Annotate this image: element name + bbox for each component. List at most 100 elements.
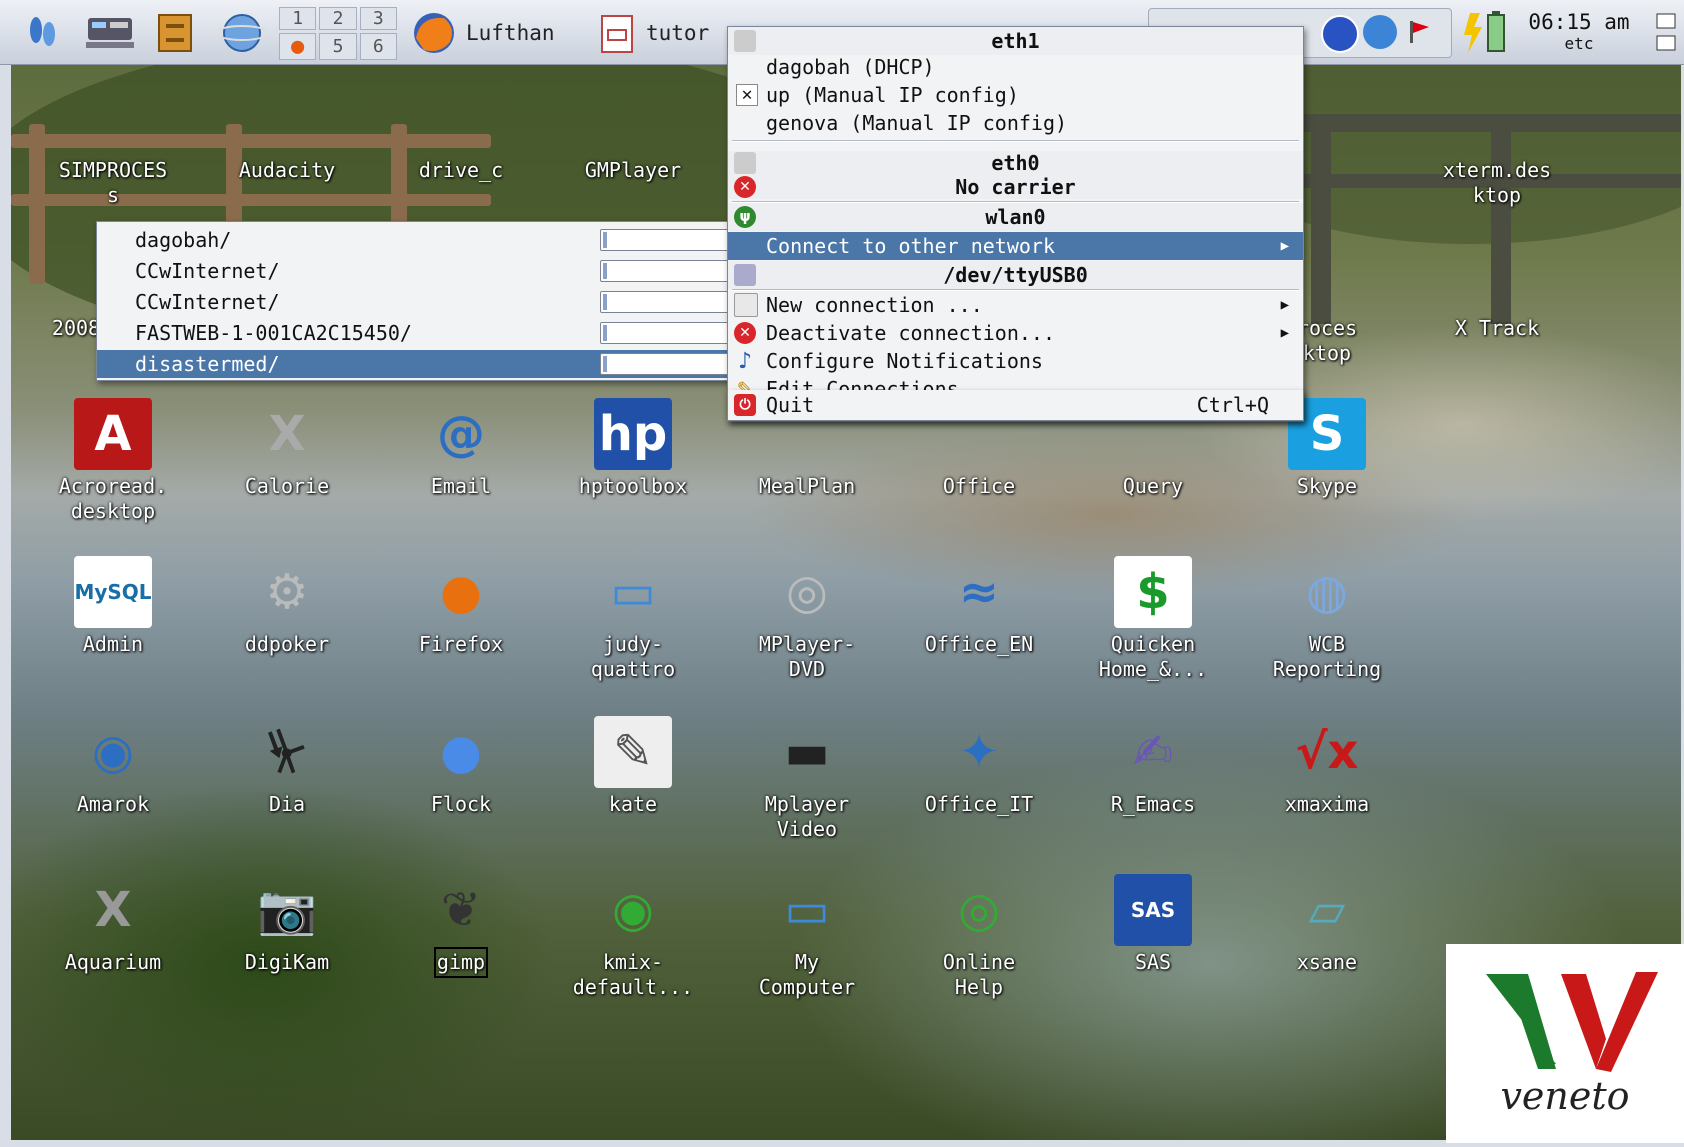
file-cabinet-icon[interactable] <box>152 8 198 56</box>
configure-notifications-item[interactable]: ♪ Configure Notifications <box>728 347 1303 375</box>
task-tutorial[interactable]: tutor <box>596 10 726 56</box>
system-settings-icon[interactable] <box>82 8 138 56</box>
speaker-icon: ◉ <box>612 881 654 938</box>
hp-icon[interactable] <box>1321 15 1359 53</box>
firefox-icon: ● <box>440 563 482 620</box>
quit-item[interactable]: ⏻ Quit Ctrl+Q <box>728 391 1303 419</box>
connect-other-network-item[interactable]: Connect to other network ▶ <box>728 232 1303 260</box>
wireless-network-item[interactable]: CCwInternet/ <box>97 257 762 285</box>
desktop-icon-amarok[interactable]: ◉ Amarok <box>28 716 198 817</box>
desktop-icon-label: Amarok <box>76 792 150 816</box>
desktop-icon-simproces[interactable]: SIMPROCES s <box>28 82 198 208</box>
desktop-icon-office-it[interactable]: ✦ Office_IT <box>894 716 1064 817</box>
desktop-icon-firefox[interactable]: ● Firefox <box>376 556 546 657</box>
desktop-icon-acroread[interactable]: A Acroread. desktop <box>28 398 198 524</box>
desktop-icon-my[interactable]: ▭ My Computer <box>722 874 892 1000</box>
desktop-icon-x-track[interactable]: X Track <box>1412 240 1582 341</box>
desktop-icon-kmix[interactable]: ◉ kmix- default... <box>548 874 718 1000</box>
desktop-6[interactable]: 6 <box>359 33 397 60</box>
connection-item-up[interactable]: ✕ up (Manual IP config) <box>728 81 1303 109</box>
desktop-2[interactable]: 2 <box>319 7 357 30</box>
amarok-icon: ◉ <box>92 723 134 780</box>
wireless-network-item[interactable]: CCwInternet/ <box>97 288 762 316</box>
wireless-network-item-selected[interactable]: disastermed/ <box>97 350 762 378</box>
deactivate-connection-item[interactable]: ✕ Deactivate connection... ▶ <box>728 319 1303 347</box>
desktop-4-firefox-icon[interactable]: ● <box>279 33 317 60</box>
desktop-icon-r-emacs[interactable]: ✍ R_Emacs <box>1068 716 1238 817</box>
cancel-icon: ✕ <box>734 322 756 344</box>
camera-icon: 📷 <box>257 881 317 938</box>
desktop-icon-ddpoker[interactable]: ⚙ ddpoker <box>202 556 372 657</box>
desktop-icon-audacity[interactable]: Audacity <box>202 82 372 183</box>
desktop-1[interactable]: 1 <box>279 7 317 30</box>
network-ssid: disastermed/ <box>135 352 280 376</box>
checkbox-checked[interactable]: ✕ <box>736 84 758 106</box>
desktop-icon-gimp[interactable]: ❦ gimp <box>376 874 546 978</box>
korganizer-flag-icon[interactable] <box>1407 19 1431 43</box>
openoffice-gear-icon: ✦ <box>958 723 1000 780</box>
eth0-label: eth0 <box>991 151 1040 175</box>
menu-separator <box>732 140 1299 142</box>
desktop-icon-office-en[interactable]: ≈ Office_EN <box>894 556 1064 657</box>
quit-row-container: ⏻ Quit Ctrl+Q <box>727 390 1304 421</box>
eth0-header: eth0 <box>728 151 1303 175</box>
hp-icon: hp <box>594 398 672 470</box>
desktop-3[interactable]: 3 <box>359 7 397 30</box>
deactivate-label: Deactivate connection... <box>766 321 1055 345</box>
desktop-icon-label: Flock <box>430 792 492 816</box>
desktop-icon-digikam[interactable]: 📷 DigiKam <box>202 874 372 975</box>
desktop-icon-drive-c[interactable]: drive_c <box>376 82 546 183</box>
desktop-icon-flock[interactable]: ● Flock <box>376 716 546 817</box>
logo-text: veneto <box>1500 1074 1630 1118</box>
submenu-arrow-icon: ▶ <box>1280 238 1289 254</box>
desktop-icon-dia[interactable]: ⏧ Dia <box>202 716 372 817</box>
clock[interactable]: 06:15 am etc <box>1522 10 1636 53</box>
desktop-icon-wcb[interactable]: ◍ WCB Reporting <box>1242 556 1412 682</box>
task-firefox[interactable]: Lufthan <box>410 10 570 56</box>
desktop-icon-label: hptoolbox <box>578 474 688 498</box>
desktop-icon-calorie[interactable]: X Calorie <box>202 398 372 499</box>
openoffice-icon: ≈ <box>958 563 1000 620</box>
desktop-icon-label: SIMPROCES s <box>58 158 168 207</box>
desktop-icon-xterm-des[interactable]: xterm.des ktop <box>1412 82 1582 208</box>
desktop-pager[interactable]: 1 2 3 ● 5 6 <box>279 7 397 60</box>
desktop-5[interactable]: 5 <box>319 33 357 60</box>
connection-item-dagobah[interactable]: dagobah (DHCP) <box>728 53 1303 81</box>
battery-icon[interactable] <box>1458 8 1512 56</box>
network-ssid: dagobah/ <box>135 228 232 252</box>
wlan0-label: wlan0 <box>985 205 1046 229</box>
network-ssid: CCwInternet/ <box>135 290 280 314</box>
network-manager-menu: eth1 dagobah (DHCP) ✕ up (Manual IP conf… <box>727 26 1304 422</box>
desktop-icon-kate[interactable]: ✎ kate <box>548 716 718 817</box>
desktop-icon-quicken[interactable]: $ Quicken Home_&... <box>1068 556 1238 682</box>
emacs-icon: ✍ <box>1132 723 1174 780</box>
desktop-icon-xmaxima[interactable]: √x xmaxima <box>1242 716 1412 817</box>
desktop-icon-aquarium[interactable]: X Aquarium <box>28 874 198 975</box>
connection-item-genova[interactable]: genova (Manual IP config) <box>728 109 1303 137</box>
desktop-icon-label: MealPlan <box>758 474 856 498</box>
wireless-network-item[interactable]: FASTWEB-1-001CA2C15450/ <box>97 319 762 347</box>
desktop-icon-sas[interactable]: SAS SAS <box>1068 874 1238 975</box>
desktop-icon-label: Audacity <box>238 158 336 182</box>
desktop-icon-mplayer[interactable]: ◎ MPlayer- DVD <box>722 556 892 682</box>
desktop-icon-admin[interactable]: MySQL Admin <box>28 556 198 657</box>
desktop-icon-online[interactable]: ◎ Online Help <box>894 874 1064 1000</box>
desktop-icon-label: WCB Reporting <box>1272 632 1382 681</box>
show-desktop-icon[interactable] <box>1652 8 1680 56</box>
desktop-icon-mplayer[interactable]: ▬ Mplayer Video <box>722 716 892 842</box>
desktop-icon-email[interactable]: @ Email <box>376 398 546 499</box>
desktop-icon-xsane[interactable]: ▱ xsane <box>1242 874 1412 975</box>
new-connection-item[interactable]: New connection ... ▶ <box>728 291 1303 319</box>
desktop-icon-label: Admin <box>82 632 144 656</box>
desktop-icon-judy[interactable]: ▭ judy- quattro <box>548 556 718 682</box>
wireless-network-item[interactable]: dagobah/ <box>97 226 762 254</box>
amarok-tray-icon[interactable] <box>1363 15 1397 49</box>
desktop-icon-label: Dia <box>268 792 306 816</box>
desktop-icon-gmplayer[interactable]: GMPlayer <box>548 82 718 183</box>
kde-menu-button[interactable] <box>20 8 64 56</box>
network-globe-icon[interactable] <box>216 8 268 56</box>
desktop-icon-hptoolbox[interactable]: hp hptoolbox <box>548 398 718 499</box>
task-label: tutor <box>646 21 710 45</box>
error-icon: ✕ <box>734 176 756 198</box>
globe-document-icon: ◍ <box>1306 563 1348 620</box>
